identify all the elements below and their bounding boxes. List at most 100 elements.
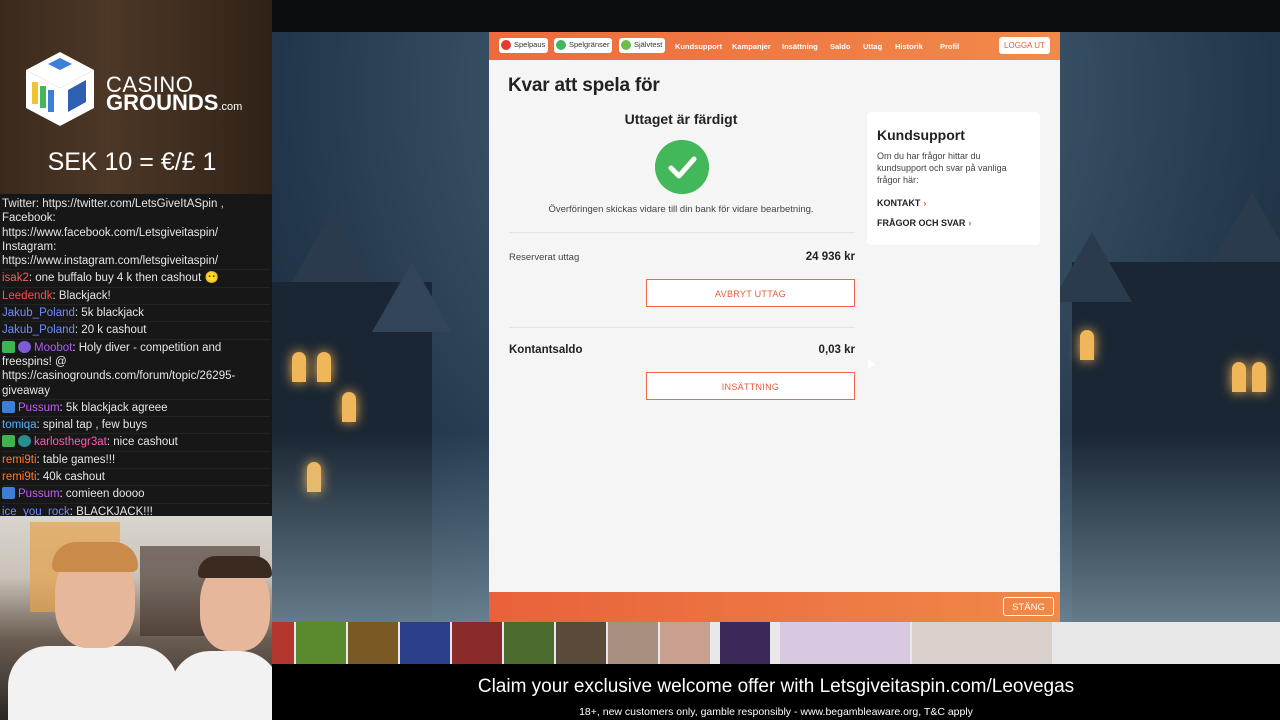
chat-username[interactable]: ice_you_rock: [2, 506, 70, 516]
currency-rate: SEK 10 = €/£ 1: [47, 148, 217, 176]
green-badge-icon: [2, 340, 15, 353]
brand-text-grounds: GROUNDS.com: [106, 90, 242, 116]
game-thumbnail[interactable]: [720, 622, 770, 664]
pill-label: Självtest: [634, 40, 663, 49]
chat-username[interactable]: Leedendk: [2, 290, 53, 302]
chevron-right-icon: ›: [923, 198, 927, 208]
reserved-withdrawal-label: Reserverat uttag: [509, 252, 580, 263]
contact-link[interactable]: KONTAKT ›: [877, 198, 926, 208]
window-light: [317, 352, 331, 382]
chat-message: remi9ti: table games!!!: [2, 452, 270, 470]
chat-username[interactable]: Jakub_Poland: [2, 324, 75, 336]
nav-kundsupport[interactable]: Kundsupport: [675, 42, 722, 51]
cash-balance-label: Kontantsaldo: [509, 344, 583, 356]
game-thumbnail[interactable]: [400, 622, 450, 664]
chat-username[interactable]: remi9ti: [2, 471, 37, 483]
chat-username[interactable]: Moobot: [34, 342, 72, 354]
chat-text: : 20 k cashout: [74, 324, 147, 337]
chat-message: Twitter: https://twitter.com/LetsGiveItA…: [2, 196, 270, 271]
chat-text: : 5k blackjack: [74, 307, 144, 320]
game-thumbnail[interactable]: [780, 622, 910, 664]
contact-link-label: KONTAKT: [877, 198, 921, 208]
game-thumbnail[interactable]: [912, 622, 1052, 664]
pill-spelpaus[interactable]: Spelpaus: [499, 38, 549, 53]
nav-saldo[interactable]: Saldo: [830, 42, 850, 51]
disclaimer-text: 18+, new customers only, gamble responsi…: [579, 706, 973, 718]
nav-historik[interactable]: Historik: [895, 42, 923, 51]
game-thumbnail[interactable]: [504, 622, 554, 664]
game-thumbnail[interactable]: [608, 622, 658, 664]
game-thumbnail[interactable]: [272, 622, 294, 664]
chat-message: Jakub_Poland: 20 k cashout: [2, 322, 270, 340]
chat-text: : 40k cashout: [36, 471, 105, 484]
chat-text: : BLACKJACK!!!: [69, 505, 153, 516]
blue-badge-icon: [2, 487, 15, 500]
pill-sjalvtest[interactable]: Självtest: [619, 38, 666, 53]
window-light: [1252, 362, 1266, 392]
chat-username[interactable]: Jakub_Poland: [2, 307, 75, 319]
support-text: Om du har frågor hittar du kundsupport o…: [877, 151, 1007, 185]
promo-text: Claim your exclusive welcome offer with …: [477, 676, 1075, 697]
chat-text: : 5k blackjack agreee: [59, 401, 168, 414]
brand-text-grounds-word: GROUNDS: [106, 90, 219, 115]
top-navigation: Spelpaus Spelgränser Självtest Kundsuppo…: [489, 32, 1060, 60]
chat-username[interactable]: karlosthegr3at: [34, 436, 107, 448]
support-title: Kundsupport: [877, 127, 965, 143]
modal-footer: STÄNG: [489, 592, 1060, 622]
game-thumbnails: [272, 622, 1280, 664]
webcam-feed: [0, 516, 272, 720]
chat-text: : comieen doooo: [59, 488, 145, 501]
chat-username[interactable]: tomiqa: [2, 419, 37, 431]
casinogrounds-logo-icon: [26, 52, 94, 126]
faq-link[interactable]: FRÅGOR OCH SVAR ›: [877, 218, 971, 228]
reserved-withdrawal-value: 24 936 kr: [805, 251, 855, 263]
chat-message: tomiqa: spinal tap , few buys: [2, 417, 270, 435]
window-light: [342, 392, 356, 422]
roof-left: [292, 212, 372, 282]
chat-message: remi9ti: 40k cashout: [2, 469, 270, 487]
chat-username[interactable]: remi9ti: [2, 454, 37, 466]
chat-username[interactable]: Pussum: [18, 402, 60, 414]
nav-profil[interactable]: Profil: [940, 42, 959, 51]
withdrawal-done-text: Överföringen skickas vidare till din ban…: [548, 204, 814, 215]
roof-left-2: [372, 262, 452, 332]
faq-link-label: FRÅGOR OCH SVAR: [877, 218, 966, 228]
brand-panel: CASINO GROUNDS.com SEK 10 = €/£ 1: [0, 0, 272, 194]
pill-spelgranser[interactable]: Spelgränser: [554, 38, 613, 53]
window-light: [1232, 362, 1246, 392]
person-left-shirt: [8, 646, 178, 720]
divider: [509, 232, 855, 233]
chat-text: : table games!!!: [36, 453, 116, 466]
chat-message: ice_you_rock: BLACKJACK!!!: [2, 504, 270, 516]
person-right-hair: [198, 556, 272, 578]
green-badge-icon: [2, 435, 15, 448]
nav-uttag[interactable]: Uttag: [863, 42, 882, 51]
nav-insattning[interactable]: Insättning: [782, 42, 818, 51]
chat-text: : spinal tap , few buys: [36, 419, 148, 432]
chat-text: Twitter: https://twitter.com/LetsGiveItA…: [2, 198, 224, 268]
brand-tld: .com: [218, 101, 243, 113]
nav-kampanjer[interactable]: Kampanjer: [732, 42, 771, 51]
cash-balance-value: 0,03 kr: [818, 344, 855, 356]
window-light: [1080, 330, 1094, 360]
chat-username[interactable]: Pussum: [18, 488, 60, 500]
game-thumbnail[interactable]: [660, 622, 710, 664]
withdrawal-done-title: Uttaget är färdigt: [624, 111, 738, 127]
game-thumbnail[interactable]: [556, 622, 606, 664]
teal-badge-icon: [18, 435, 31, 448]
cancel-withdrawal-button[interactable]: AVBRYT UTTAG: [646, 279, 855, 307]
game-thumbnail[interactable]: [296, 622, 346, 664]
roof-right-2: [1212, 192, 1280, 262]
logout-button[interactable]: LOGGA UT: [999, 37, 1050, 54]
game-thumbnail[interactable]: [452, 622, 502, 664]
chat-text: : one buffalo buy 4 k then cashout 😶: [28, 272, 219, 285]
chat-message: Pussum: comieen doooo: [2, 486, 270, 504]
chat-username[interactable]: isak2: [2, 272, 29, 284]
deposit-button[interactable]: INSÄTTNING: [646, 372, 855, 400]
window-light: [292, 352, 306, 382]
game-thumbnail[interactable]: [348, 622, 398, 664]
close-button[interactable]: STÄNG: [1003, 597, 1054, 616]
top-strip: [272, 0, 1280, 32]
chat-text: : nice cashout: [106, 436, 178, 449]
support-card: Kundsupport Om du har frågor hittar du k…: [867, 112, 1040, 245]
